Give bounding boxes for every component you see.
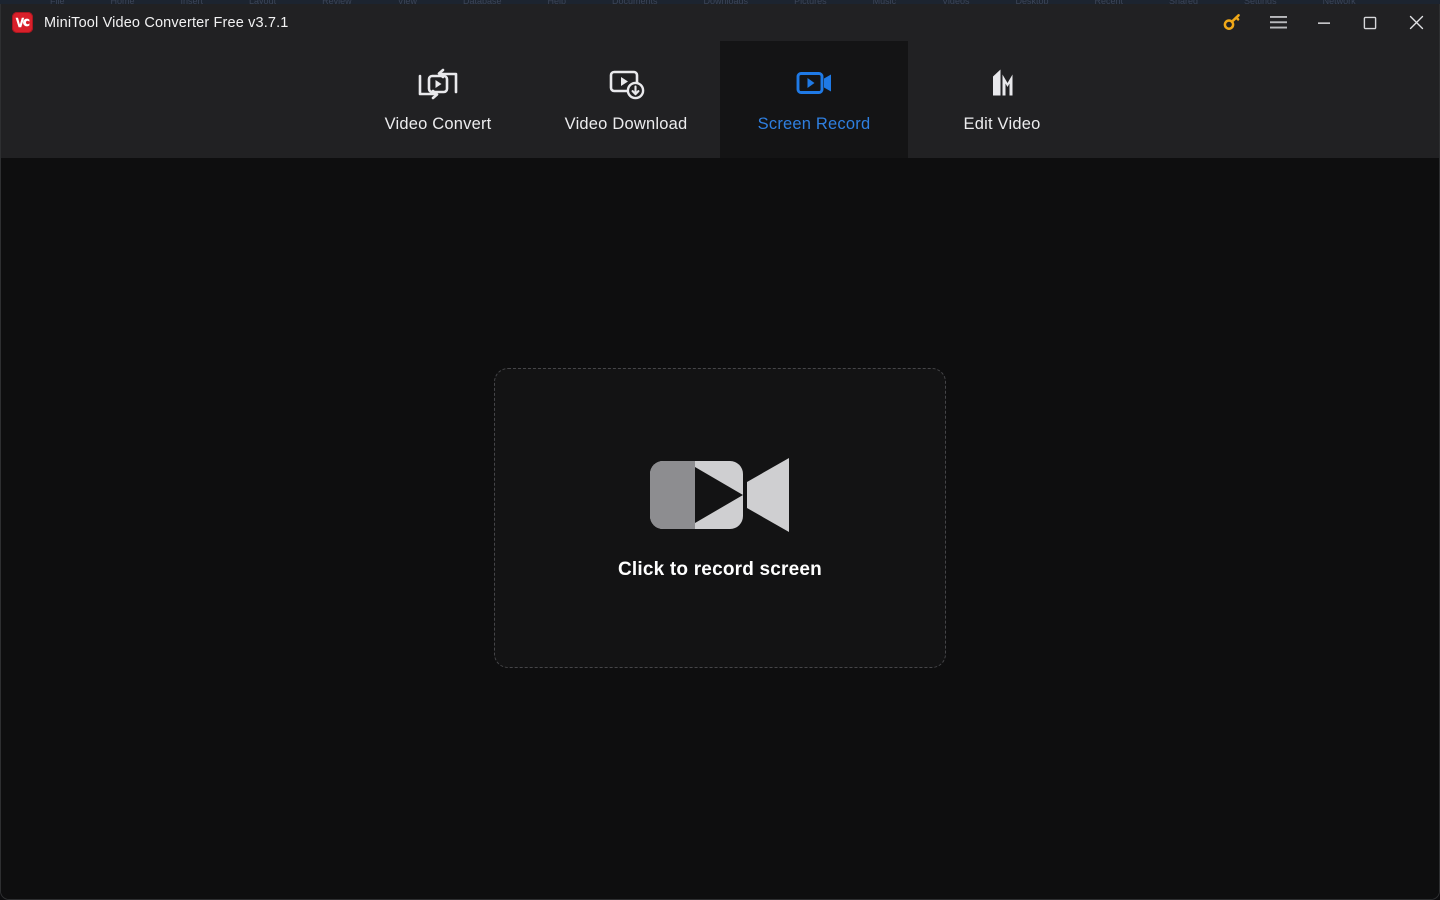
maximize-button[interactable] — [1347, 4, 1393, 41]
nav-tab-video-convert[interactable]: Video Convert — [344, 41, 532, 158]
nav-tab-edit-video[interactable]: Edit Video — [908, 41, 1096, 158]
key-icon — [1223, 14, 1240, 30]
window-controls — [1209, 4, 1439, 41]
video-convert-icon — [414, 58, 462, 110]
app-logo-icon — [12, 12, 33, 33]
minimize-button[interactable] — [1301, 4, 1347, 41]
title-bar[interactable]: MiniTool Video Converter Free v3.7.1 — [1, 4, 1439, 41]
nav-tab-screen-record[interactable]: Screen Record — [720, 41, 908, 158]
record-screen-dropzone[interactable]: Click to record screen — [494, 367, 946, 668]
minimize-icon — [1318, 21, 1330, 24]
nav-tab-label: Video Convert — [384, 115, 492, 133]
main-navigation: Video Convert Video Download Screen Reco… — [1, 41, 1439, 158]
main-content-area: Click to record screen — [1, 158, 1439, 899]
close-icon — [1409, 15, 1423, 30]
window-title: MiniTool Video Converter Free v3.7.1 — [44, 14, 289, 31]
register-key-button[interactable] — [1209, 4, 1255, 41]
close-button[interactable] — [1393, 4, 1439, 41]
maximize-icon — [1363, 16, 1377, 29]
nav-tab-label: Screen Record — [757, 115, 871, 133]
video-download-icon — [602, 58, 650, 110]
nav-tab-label: Edit Video — [963, 115, 1041, 133]
dropzone-hint-text: Click to record screen — [618, 558, 822, 580]
nav-tab-video-download[interactable]: Video Download — [532, 41, 720, 158]
nav-tab-label: Video Download — [564, 115, 688, 133]
application-window: MiniTool Video Converter Free v3.7.1 Vid… — [0, 4, 1440, 900]
menu-button[interactable] — [1255, 4, 1301, 41]
hamburger-menu-icon — [1269, 16, 1287, 29]
edit-video-icon — [978, 58, 1026, 110]
screen-record-icon — [790, 58, 838, 110]
camcorder-icon — [648, 455, 793, 535]
